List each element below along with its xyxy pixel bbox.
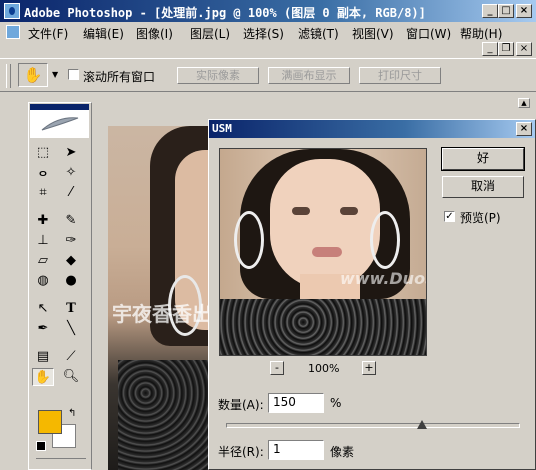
mode-buttons[interactable] <box>36 458 86 469</box>
ok-button[interactable]: 好 <box>441 147 525 171</box>
healing-brush-icon[interactable]: ✚ <box>32 212 54 230</box>
radius-input[interactable]: 1 <box>268 440 324 460</box>
foreground-color-swatch-front[interactable] <box>38 410 62 434</box>
zoom-in-button[interactable]: + <box>362 361 376 375</box>
usm-close-button[interactable]: × <box>516 122 532 136</box>
menu-edit[interactable]: 编辑(E) <box>83 25 124 42</box>
preview-lips <box>312 247 342 257</box>
menu-window[interactable]: 窗口(W) <box>406 25 451 42</box>
amount-label: 数量(A): <box>218 398 264 412</box>
menu-layer[interactable]: 图层(L) <box>190 25 230 42</box>
notes-icon[interactable]: ▤ <box>32 348 54 366</box>
window-title: Adobe Photoshop - [处理前.jpg @ 100% (图层 0 … <box>24 6 426 20</box>
feather-logo <box>40 114 80 134</box>
close-button[interactable]: × <box>516 4 532 18</box>
hand-icon: ✋ <box>23 66 43 84</box>
amount-unit: % <box>330 396 342 410</box>
preview-eye-right <box>340 207 358 215</box>
lasso-icon[interactable]: ⴰ <box>32 164 54 182</box>
zoom-icon[interactable]: 🔍︎ <box>60 368 82 386</box>
actual-pixels-button[interactable]: 实际像素 <box>177 67 259 84</box>
menu-file[interactable]: 文件(F) <box>28 25 68 42</box>
doc-restore-button[interactable]: ❐ <box>498 42 514 56</box>
menu-help[interactable]: 帮助(H) <box>460 25 502 42</box>
eraser-icon[interactable]: ▱ <box>32 252 54 270</box>
hand-icon[interactable]: ✋ <box>32 368 54 386</box>
swap-colors-icon[interactable]: ↰ <box>68 408 76 419</box>
maximize-button[interactable]: □ <box>498 4 514 18</box>
preview-earring-right <box>370 211 400 269</box>
dodge-icon[interactable]: ● <box>60 272 82 290</box>
preview-checkbox-label: 预览(P) <box>460 211 501 225</box>
preview-dress <box>220 299 426 355</box>
menu-view[interactable]: 视图(V) <box>352 25 394 42</box>
crop-icon[interactable]: ⌗ <box>32 184 54 202</box>
type-icon[interactable]: T <box>60 300 82 318</box>
history-brush-icon[interactable]: ✑ <box>60 232 82 250</box>
pen-icon[interactable]: ✒ <box>32 320 54 338</box>
menu-filter[interactable]: 滤镜(T) <box>298 25 339 42</box>
path-select-icon[interactable]: ↖ <box>32 300 54 318</box>
brush-icon[interactable]: ✎ <box>60 212 82 230</box>
chevron-down-icon[interactable]: ▼ <box>52 70 58 79</box>
paint-bucket-icon[interactable]: ◆ <box>60 252 82 270</box>
preview-earring-left <box>234 211 264 269</box>
blur-icon[interactable]: ◍ <box>32 272 54 290</box>
scroll-all-checkbox[interactable] <box>68 69 79 80</box>
print-size-button[interactable]: 打印尺寸 <box>359 67 441 84</box>
eyedropper-icon[interactable]: ⟋ <box>60 348 82 366</box>
menu-image[interactable]: 图像(I) <box>136 25 173 42</box>
watermark-top: www.DuoSe.com <box>340 269 426 288</box>
document-icon[interactable] <box>6 25 20 39</box>
photoshop-app-icon <box>4 3 20 19</box>
zoom-out-button[interactable]: - <box>270 361 284 375</box>
line-icon[interactable]: ╲ <box>60 320 82 338</box>
cancel-button[interactable]: 取消 <box>442 176 524 198</box>
toolbox-title-bar[interactable] <box>30 104 89 110</box>
clone-stamp-icon[interactable]: ⊥ <box>32 232 54 250</box>
amount-slider-thumb[interactable] <box>416 420 427 429</box>
amount-slider-track[interactable] <box>226 423 520 428</box>
minimize-button[interactable]: _ <box>482 4 498 18</box>
doc-close-button[interactable]: × <box>516 42 532 56</box>
menu-select[interactable]: 选择(S) <box>243 25 284 42</box>
preview-eye-left <box>292 207 310 215</box>
move-icon[interactable]: ➤ <box>60 144 82 162</box>
palette-well-toggle[interactable]: ▲ <box>518 98 530 108</box>
options-bar-grip[interactable] <box>6 64 11 88</box>
fit-screen-button[interactable]: 满画布显示 <box>268 67 350 84</box>
radius-unit: 像素 <box>330 445 355 459</box>
marquee-icon[interactable]: ⬚ <box>32 144 54 162</box>
doc-minimize-button[interactable]: _ <box>482 42 498 56</box>
usm-dialog-titlebar[interactable] <box>209 120 535 138</box>
amount-input[interactable]: 150 <box>268 393 324 413</box>
slice-icon[interactable]: ⁄ <box>60 184 82 202</box>
radius-label: 半径(R): <box>218 445 264 459</box>
preview-checkbox[interactable]: ✓ <box>444 211 455 222</box>
canvas-dress <box>118 360 210 470</box>
default-colors-icon[interactable] <box>36 441 46 451</box>
tool-preset-picker[interactable]: ✋ <box>18 63 48 87</box>
usm-dialog-title: USM <box>212 122 232 135</box>
zoom-level: 100% <box>308 362 340 375</box>
filter-preview[interactable]: www.DuoSe.com <box>219 148 427 356</box>
scroll-all-label: 滚动所有窗口 <box>83 70 156 84</box>
magic-wand-icon[interactable]: ✧ <box>60 164 82 182</box>
